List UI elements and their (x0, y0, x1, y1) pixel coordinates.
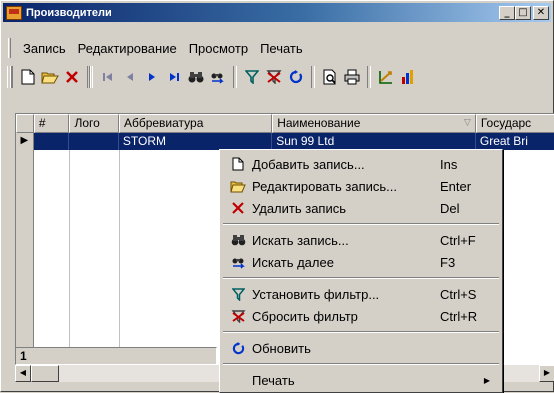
toolbar-grip[interactable] (7, 66, 13, 88)
menu-grip[interactable] (8, 38, 11, 58)
menu-set-filter[interactable]: Установить фильтр... Ctrl+S (220, 283, 502, 305)
scroll-right-button[interactable]: ▶ (539, 365, 554, 382)
menu-bar: Запись Редактирование Просмотр Печать (5, 37, 549, 59)
delete-icon (230, 200, 246, 216)
window-title: Производители (26, 6, 112, 19)
header-state[interactable]: Государс (475, 114, 554, 133)
filter-icon[interactable] (241, 66, 263, 88)
toolbar-separator (233, 66, 237, 88)
column-divider (119, 150, 120, 365)
toolbar-separator (367, 66, 371, 88)
column-divider (69, 150, 70, 365)
cell-logo[interactable] (69, 133, 119, 150)
scroll-thumb[interactable] (31, 365, 59, 382)
edit-record-icon[interactable] (39, 66, 61, 88)
first-record-icon[interactable] (97, 66, 119, 88)
menu-separator (223, 363, 499, 365)
chart-icon[interactable] (397, 66, 419, 88)
print-preview-icon[interactable] (319, 66, 341, 88)
new-record-icon (230, 156, 246, 172)
edit-record-icon (230, 178, 246, 194)
menu-item-shortcut: Del (440, 200, 460, 216)
prev-record-icon[interactable] (119, 66, 141, 88)
menu-print-submenu[interactable]: Печать ▶ (220, 369, 502, 391)
scroll-left-button[interactable]: ◀ (15, 365, 31, 382)
filter-icon (230, 286, 246, 302)
menu-record[interactable]: Запись (17, 41, 72, 56)
menu-separator (223, 331, 499, 333)
menu-item-shortcut: Ins (440, 156, 458, 172)
last-record-icon[interactable] (163, 66, 185, 88)
binoculars-icon[interactable] (185, 66, 207, 88)
menu-edit-record[interactable]: Редактировать запись... Enter (220, 175, 502, 197)
status-bar: 1 (15, 347, 217, 365)
header-name-label: Наименование (277, 116, 361, 130)
menu-item-label: Редактировать запись... (252, 178, 398, 194)
menu-edit[interactable]: Редактирование (72, 41, 183, 56)
menu-item-shortcut: Ctrl+F (440, 232, 476, 248)
printer-icon[interactable] (341, 66, 363, 88)
record-count: 1 (15, 347, 217, 365)
close-button[interactable]: ✕ (533, 5, 549, 20)
menu-item-label: Искать запись... (252, 232, 349, 248)
find-next-icon[interactable] (207, 66, 229, 88)
grid-header: # Лого Аббревиатура Наименование ▽ Госуд… (16, 114, 554, 133)
header-indicator (16, 114, 34, 133)
clear-filter-icon (230, 308, 246, 324)
row-indicator-column (16, 150, 34, 365)
menu-item-label: Печать (252, 372, 295, 388)
next-record-icon[interactable] (141, 66, 163, 88)
menu-separator (223, 223, 499, 225)
menu-item-label: Сбросить фильтр (252, 308, 358, 324)
app-icon (6, 5, 22, 20)
minimize-button[interactable]: _ (499, 5, 515, 20)
menu-item-label: Искать далее (252, 254, 334, 270)
toolbar-separator (89, 66, 93, 88)
menu-add-record[interactable]: Добавить запись... Ins (220, 153, 502, 175)
sort-desc-icon: ▽ (463, 118, 471, 128)
table-row[interactable]: ▶ STORM Sun 99 Ltd Great Bri (16, 133, 554, 150)
header-number[interactable]: # (33, 114, 70, 133)
menu-item-label: Обновить (252, 340, 311, 356)
header-abbreviation[interactable]: Аббревиатура (118, 114, 273, 133)
menu-refresh[interactable]: Обновить (220, 337, 502, 359)
submenu-arrow-icon: ▶ (483, 375, 490, 385)
menu-item-shortcut: Enter (440, 178, 472, 194)
title-bar[interactable]: Производители _ □ ✕ (3, 3, 551, 22)
menu-find-next[interactable]: Искать далее F3 (220, 251, 502, 273)
toolbar (5, 64, 549, 90)
menu-print[interactable]: Печать (254, 41, 309, 56)
cell-number[interactable] (33, 133, 70, 150)
current-row-icon: ▶ (16, 133, 34, 150)
menu-item-shortcut: F3 (440, 254, 456, 270)
menu-blank-icon (230, 372, 246, 388)
menu-item-shortcut: Ctrl+S (440, 286, 477, 302)
binoculars-icon (230, 232, 246, 248)
delete-icon[interactable] (61, 66, 83, 88)
manufacturers-window: Производители _ □ ✕ Запись Редактировани… (0, 0, 554, 393)
toolbar-separator (311, 66, 315, 88)
menu-find-record[interactable]: Искать запись... Ctrl+F (220, 229, 502, 251)
menu-view[interactable]: Просмотр (183, 41, 254, 56)
header-name[interactable]: Наименование ▽ (272, 114, 476, 133)
refresh-icon[interactable] (285, 66, 307, 88)
cell-name[interactable]: Sun 99 Ltd (272, 133, 476, 150)
refresh-icon (230, 340, 246, 356)
clear-filter-icon[interactable] (263, 66, 285, 88)
menu-clear-filter[interactable]: Сбросить фильтр Ctrl+R (220, 305, 502, 327)
menu-separator (223, 277, 499, 279)
find-next-icon (230, 254, 246, 270)
cell-abbreviation[interactable]: STORM (118, 133, 273, 150)
export-icon[interactable] (375, 66, 397, 88)
menu-item-label: Удалить запись (252, 200, 347, 216)
menu-item-label: Добавить запись... (252, 156, 365, 172)
cell-state[interactable]: Great Bri (475, 133, 554, 150)
menu-item-shortcut: Ctrl+R (440, 308, 478, 324)
menu-delete-record[interactable]: Удалить запись Del (220, 197, 502, 219)
menu-item-label: Установить фильтр... (252, 286, 380, 302)
header-logo[interactable]: Лого (69, 114, 119, 133)
maximize-button[interactable]: □ (515, 5, 531, 20)
context-menu: Добавить запись... Ins Редактировать зап… (219, 149, 503, 393)
new-record-icon[interactable] (17, 66, 39, 88)
